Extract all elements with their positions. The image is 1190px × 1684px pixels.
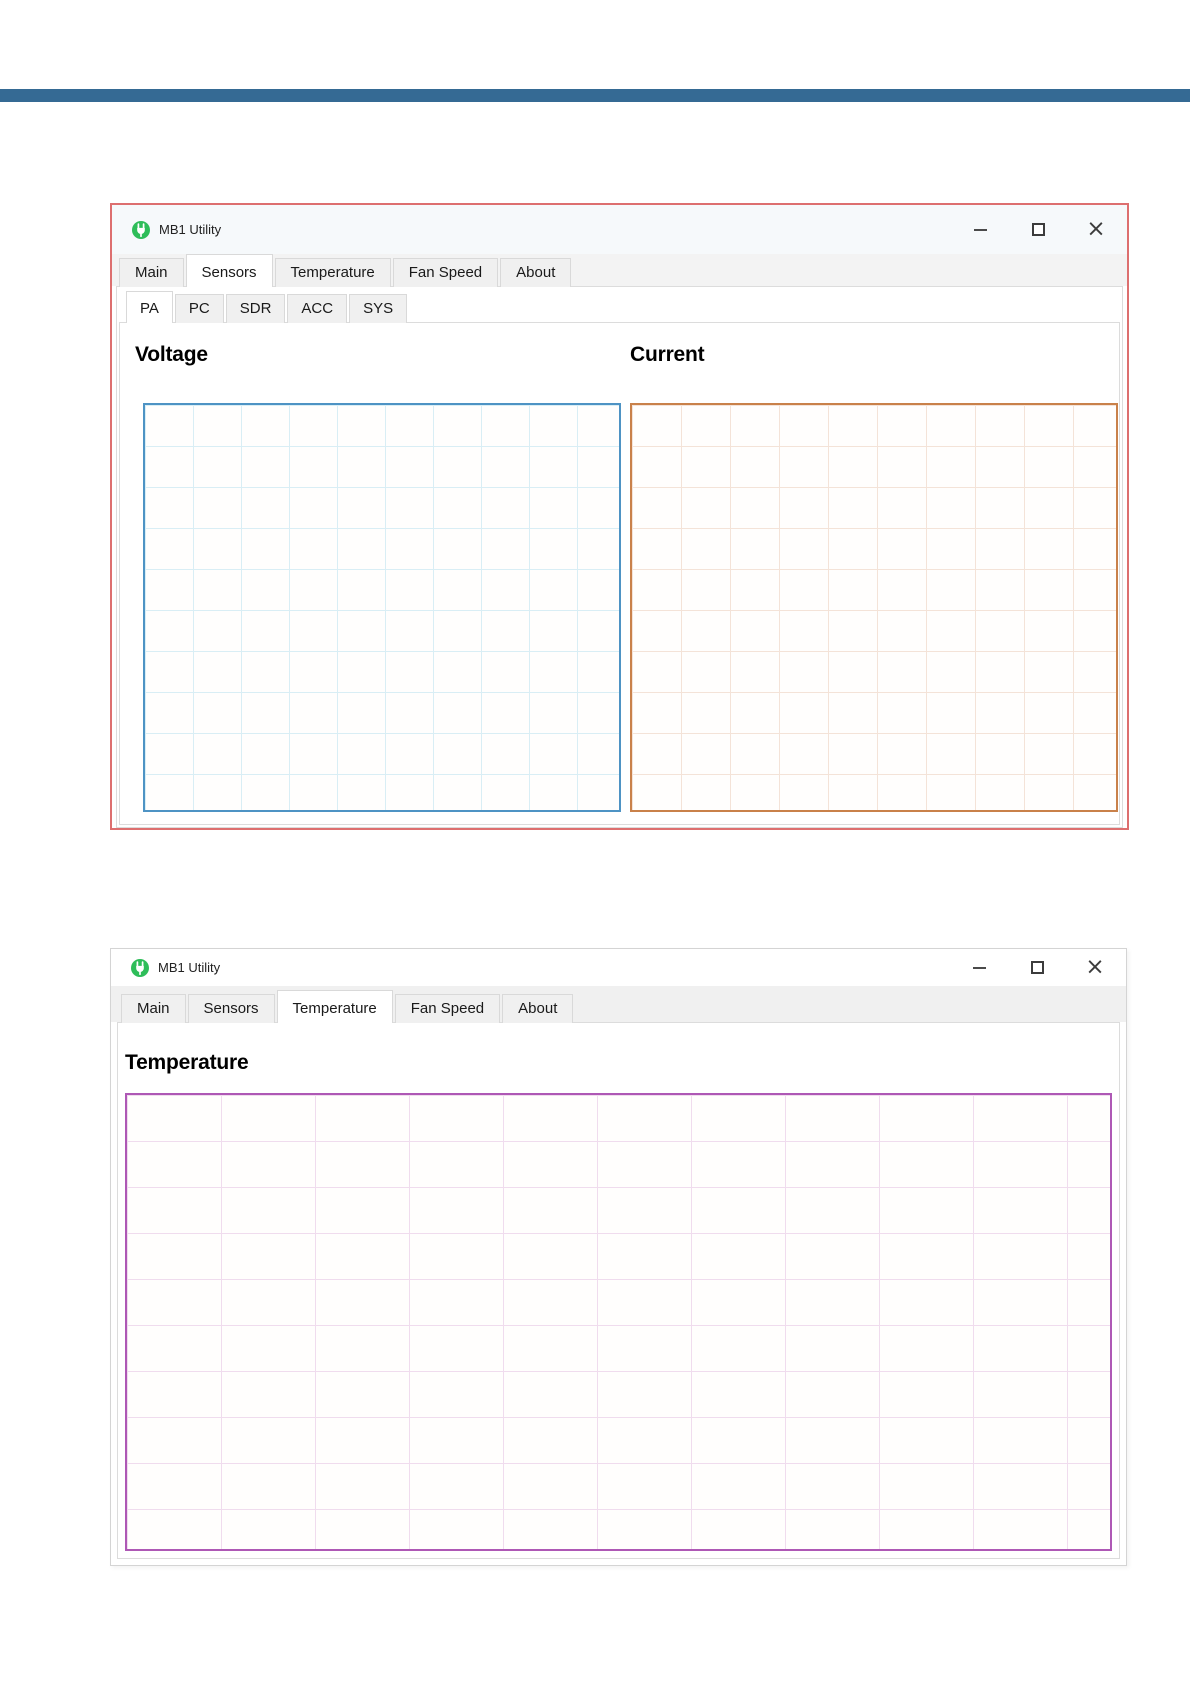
tab-about[interactable]: About (500, 258, 572, 287)
page-accent-bar (0, 89, 1190, 102)
close-icon: × (1085, 954, 1105, 980)
tab-sensors[interactable]: Sensors (185, 254, 273, 287)
current-chart-title: Current (630, 343, 705, 366)
tab-about[interactable]: About (502, 994, 574, 1023)
current-chart-section: Current (630, 341, 1124, 824)
tab-sensors[interactable]: Sensors (187, 994, 275, 1023)
temperature-tab-pane: Temperature (117, 1022, 1120, 1559)
window-controls: × (951, 215, 1127, 245)
subtab-pa[interactable]: PA (126, 291, 173, 323)
maximize-icon (1031, 223, 1045, 236)
app-plug-icon (132, 220, 150, 239)
minimize-icon (973, 228, 987, 231)
tab-main[interactable]: Main (119, 258, 184, 287)
minimize-button[interactable] (951, 215, 1009, 245)
maximize-button[interactable] (1008, 953, 1066, 983)
main-tabstrip: Main Sensors Temperature Fan Speed About (112, 254, 1127, 287)
close-button[interactable]: × (1067, 215, 1125, 245)
titlebar[interactable]: MB1 Utility × (112, 205, 1127, 254)
window-title: MB1 Utility (159, 222, 222, 237)
voltage-chart-section: Voltage (135, 341, 630, 824)
temperature-chart-plot-area (125, 1093, 1112, 1551)
tab-temperature[interactable]: Temperature (274, 258, 391, 287)
tab-fan-speed[interactable]: Fan Speed (392, 258, 499, 287)
tab-fan-speed[interactable]: Fan Speed (394, 994, 501, 1023)
temperature-chart-title: Temperature (125, 1051, 249, 1074)
voltage-chart-title: Voltage (135, 343, 208, 366)
pa-subtab-pane: Voltage Current (119, 322, 1120, 825)
tab-temperature[interactable]: Temperature (276, 990, 393, 1023)
maximize-icon (1030, 961, 1044, 974)
document-page: { "page": { "top_bar_color": "#356a94" }… (0, 0, 1190, 1684)
mb1-utility-window-sensors: MB1 Utility × Main Sensors Temperature F… (110, 203, 1129, 830)
close-icon: × (1086, 216, 1106, 242)
sensors-tab-pane: PA PC SDR ACC SYS Voltage Current (116, 286, 1123, 828)
close-button[interactable]: × (1066, 953, 1124, 983)
minimize-icon (972, 966, 986, 969)
voltage-chart-plot-area (143, 403, 621, 812)
sensor-subtabstrip: PA PC SDR ACC SYS (118, 290, 1121, 323)
titlebar[interactable]: MB1 Utility × (111, 949, 1126, 986)
subtab-sdr[interactable]: SDR (225, 294, 286, 323)
current-chart-plot-area (630, 403, 1118, 812)
maximize-button[interactable] (1009, 215, 1067, 245)
window-title: MB1 Utility (158, 960, 221, 975)
subtab-sys[interactable]: SYS (349, 294, 408, 323)
window-controls: × (950, 953, 1126, 983)
subtab-pc[interactable]: PC (174, 294, 224, 323)
subtab-acc[interactable]: ACC (287, 294, 348, 323)
mb1-utility-window-temperature: MB1 Utility × Main Sensors Temperature F… (110, 948, 1127, 1566)
minimize-button[interactable] (950, 953, 1008, 983)
main-tabstrip: Main Sensors Temperature Fan Speed About (111, 986, 1126, 1023)
app-plug-icon (131, 958, 149, 977)
tab-main[interactable]: Main (121, 994, 186, 1023)
